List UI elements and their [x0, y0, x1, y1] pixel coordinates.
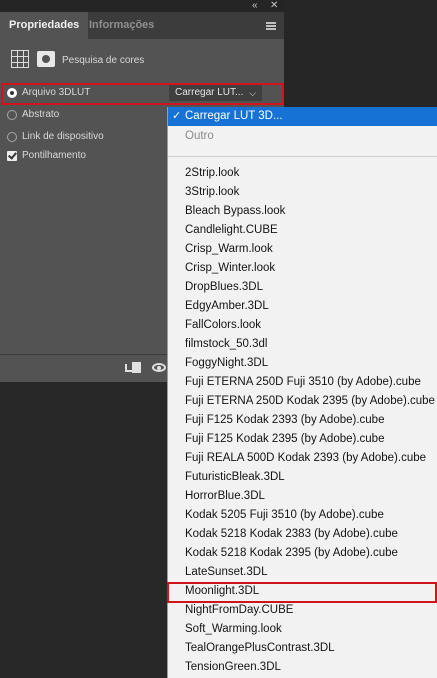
dropdown-item[interactable]: TealOrangePlusContrast.3DL	[168, 639, 437, 658]
dropdown-item[interactable]: DropBlues.3DL	[168, 278, 437, 297]
tab-bar: Propriedades Informações	[0, 12, 284, 39]
dropdown-item[interactable]: Kodak 5218 Kodak 2395 (by Adobe).cube	[168, 544, 437, 563]
dropdown-item[interactable]: FuturisticBleak.3DL	[168, 468, 437, 487]
dropdown-item[interactable]: NightFromDay.CUBE	[168, 601, 437, 620]
dropdown-item[interactable]: Candlelight.CUBE	[168, 221, 437, 240]
chevron-down-icon: ⌵	[249, 88, 256, 98]
dropdown-item[interactable]: FallColors.look	[168, 316, 437, 335]
dropdown-separator	[168, 156, 437, 157]
panel-heading: Pesquisa de cores	[62, 55, 145, 66]
radio-link-dispositivo[interactable]	[7, 132, 17, 142]
dropdown-item[interactable]: Crisp_Warm.look	[168, 240, 437, 259]
lut-file-select[interactable]: Carregar LUT... ⌵	[169, 85, 262, 101]
dropdown-item[interactable]: Fuji F125 Kodak 2395 (by Adobe).cube	[168, 430, 437, 449]
dropdown-item-selected[interactable]: ✓ Carregar LUT 3D...	[168, 107, 437, 126]
dropdown-item-outro: Outro	[185, 130, 214, 142]
dropdown-item[interactable]: Fuji ETERNA 250D Fuji 3510 (by Adobe).cu…	[168, 373, 437, 392]
option-label-arquivo: Arquivo 3DLUT	[22, 87, 91, 98]
dropdown-item[interactable]: Fuji ETERNA 250D Kodak 2395 (by Adobe).c…	[168, 392, 437, 411]
close-icon[interactable]: ✕	[270, 0, 278, 12]
dropdown-item[interactable]: LateSunset.3DL	[168, 563, 437, 582]
option-label-link: Link de dispositivo	[22, 131, 104, 142]
option-label-abstrato: Abstrato	[22, 109, 60, 120]
dropdown-item[interactable]: Kodak 5205 Fuji 3510 (by Adobe).cube	[168, 506, 437, 525]
dropdown-item[interactable]: Moonlight.3DL	[168, 582, 437, 601]
dropdown-item[interactable]: 3Strip.look	[168, 183, 437, 202]
option-arquivo-3dlut[interactable]: Arquivo 3DLUT Carregar LUT... ⌵	[0, 84, 284, 102]
checkmark-icon: ✓	[172, 110, 182, 122]
clip-square-icon	[132, 362, 141, 373]
dropdown-item[interactable]: 2Strip.look	[168, 164, 437, 183]
dropdown-item[interactable]: EdgyAmber.3DL	[168, 297, 437, 316]
radio-arquivo-3dlut[interactable]	[7, 88, 17, 98]
dropdown-item[interactable]: FoggyNight.3DL	[168, 354, 437, 373]
dropdown-item[interactable]: filmstock_50.3dl	[168, 335, 437, 354]
lut-select-value: Carregar LUT...	[175, 87, 244, 98]
dropdown-item[interactable]: Kodak 5218 Kodak 2383 (by Adobe).cube	[168, 525, 437, 544]
panel-chrome: « ✕	[0, 0, 284, 12]
layer-mask-icon[interactable]	[37, 51, 55, 67]
dropdown-item[interactable]: Bleach Bypass.look	[168, 202, 437, 221]
dropdown-item[interactable]: Crisp_Winter.look	[168, 259, 437, 278]
collapse-icon[interactable]: «	[252, 0, 258, 12]
adjustment-layer-icon	[11, 50, 29, 68]
radio-abstrato[interactable]	[7, 110, 17, 120]
canvas-area	[284, 0, 437, 109]
visibility-eye-icon[interactable]	[152, 363, 166, 372]
dropdown-item[interactable]: Fuji F125 Kodak 2393 (by Adobe).cube	[168, 411, 437, 430]
panel-menu-icon[interactable]	[266, 22, 276, 30]
clip-to-layer-icon[interactable]	[125, 362, 141, 374]
tab-propriedades[interactable]: Propriedades	[0, 12, 89, 39]
option-label-pontilhamento: Pontilhamento	[22, 150, 86, 161]
checkbox-pontilhamento[interactable]	[7, 151, 17, 161]
dropdown-item[interactable]: TensionGreen.3DL	[168, 658, 437, 677]
dropdown-item-label: Carregar LUT 3D...	[185, 110, 283, 122]
dropdown-item[interactable]: Soft_Warming.look	[168, 620, 437, 639]
lut-dropdown-menu: ✓ Carregar LUT 3D... Outro 2Strip.look 3S…	[167, 107, 437, 678]
dropdown-item[interactable]: Fuji REALA 500D Kodak 2393 (by Adobe).cu…	[168, 449, 437, 468]
dropdown-item[interactable]: HorrorBlue.3DL	[168, 487, 437, 506]
tab-informacoes[interactable]: Informações	[80, 12, 163, 39]
